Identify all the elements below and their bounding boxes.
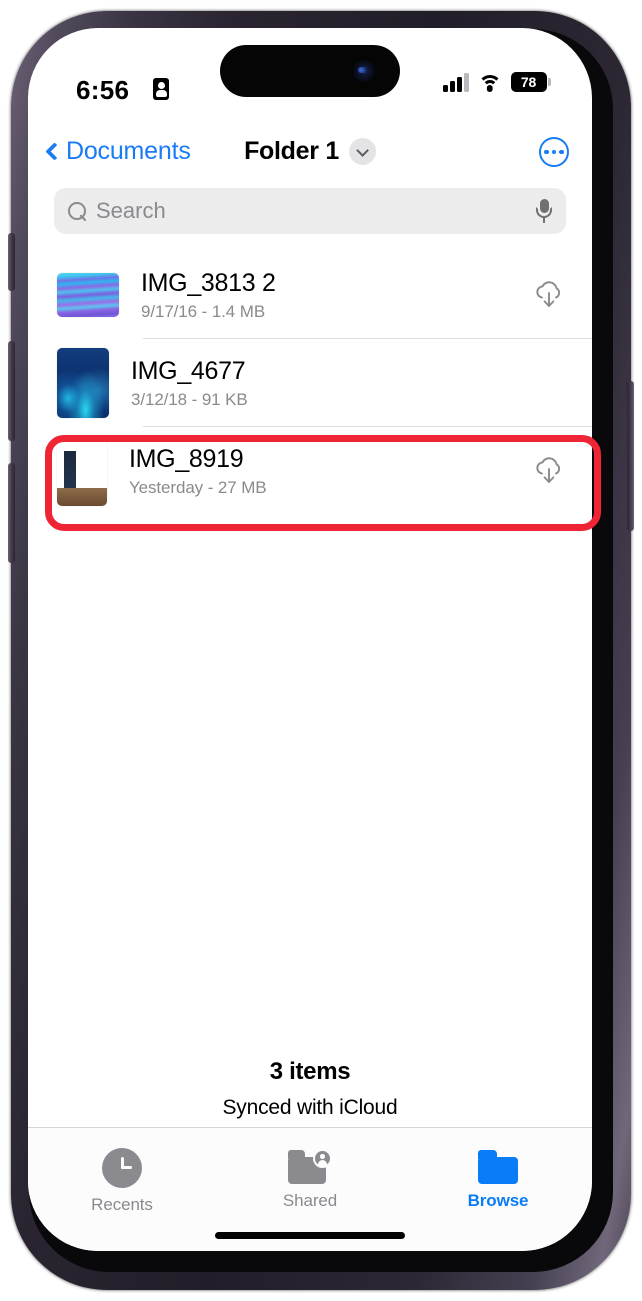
clock-icon (102, 1148, 142, 1188)
tab-recents[interactable]: Recents (28, 1148, 216, 1215)
tab-browse[interactable]: Browse (404, 1148, 592, 1211)
tab-label: Shared (282, 1191, 338, 1210)
volume-down-button[interactable] (8, 463, 15, 563)
more-options-button[interactable] (539, 137, 569, 167)
search-input[interactable] (96, 198, 536, 224)
icloud-download-icon[interactable] (532, 456, 566, 486)
back-button[interactable]: Documents (45, 137, 191, 166)
title-dropdown-button[interactable] (348, 138, 376, 165)
list-footer: 3 items Synced with iCloud (28, 1058, 592, 1120)
file-name: IMG_8919 (129, 444, 244, 473)
file-subtitle: 9/17/16 - 1.4 MB (141, 301, 266, 321)
sync-status-label: Synced with iCloud (222, 1096, 398, 1119)
file-thumbnail (57, 348, 109, 418)
search-icon (68, 201, 87, 221)
file-thumbnail (57, 273, 119, 317)
cellular-signal-icon (443, 72, 469, 92)
file-thumbnail (57, 436, 107, 506)
chevron-left-icon (45, 142, 64, 161)
tab-label: Browse (467, 1191, 529, 1210)
page-title: Folder 1 (244, 137, 339, 165)
action-button[interactable] (8, 233, 15, 291)
tab-label: Recents (91, 1195, 153, 1214)
file-list: IMG_3813 2 9/17/16 - 1.4 MB IMG_4677 3/1… (28, 251, 592, 515)
ellipsis-dot (551, 149, 557, 155)
file-info: IMG_3813 2 9/17/16 - 1.4 MB (141, 269, 532, 322)
file-subtitle: Yesterday - 27 MB (129, 477, 267, 497)
table-row[interactable]: IMG_8919 Yesterday - 27 MB (28, 427, 592, 515)
file-name: IMG_4677 (131, 356, 246, 385)
folder-icon (476, 1148, 520, 1184)
home-indicator[interactable] (215, 1232, 405, 1239)
chevron-down-icon (356, 143, 369, 157)
table-row[interactable]: IMG_3813 2 9/17/16 - 1.4 MB (28, 251, 592, 339)
id-card-icon (153, 78, 169, 100)
row-trailing-spacer (532, 368, 566, 398)
page-title-group: Folder 1 (244, 137, 376, 166)
file-info: IMG_4677 3/12/18 - 91 KB (131, 357, 532, 410)
phone-screen: 6:56 78 Documents Folder 1 Search IMG_38… (28, 28, 592, 1251)
file-subtitle: 3/12/18 - 91 KB (131, 389, 248, 409)
wifi-icon (477, 73, 502, 92)
ellipsis-dot (559, 149, 564, 155)
power-button[interactable] (627, 381, 634, 531)
battery-percent-label: 78 (520, 74, 537, 90)
battery-icon: 78 (510, 72, 551, 92)
navigation-bar: Documents Folder 1 (28, 123, 592, 183)
file-info: IMG_8919 Yesterday - 27 MB (129, 445, 532, 498)
item-count-label: 3 items (269, 1058, 351, 1085)
table-row[interactable]: IMG_4677 3/12/18 - 91 KB (28, 339, 592, 427)
search-bar[interactable] (54, 188, 566, 234)
status-bar: 6:56 78 (28, 28, 592, 106)
dynamic-island[interactable] (220, 45, 400, 97)
microphone-icon[interactable] (536, 199, 552, 223)
status-time: 6:56 (76, 75, 130, 105)
volume-up-button[interactable] (8, 341, 15, 441)
status-indicators: 78 (443, 72, 551, 92)
shared-folder-icon (288, 1148, 332, 1184)
ellipsis-dot (544, 149, 549, 155)
tab-shared[interactable]: Shared (216, 1148, 404, 1211)
front-camera-icon (353, 60, 375, 82)
back-button-label: Documents (66, 137, 191, 165)
icloud-download-icon[interactable] (532, 280, 566, 310)
file-name: IMG_3813 2 (141, 268, 276, 297)
